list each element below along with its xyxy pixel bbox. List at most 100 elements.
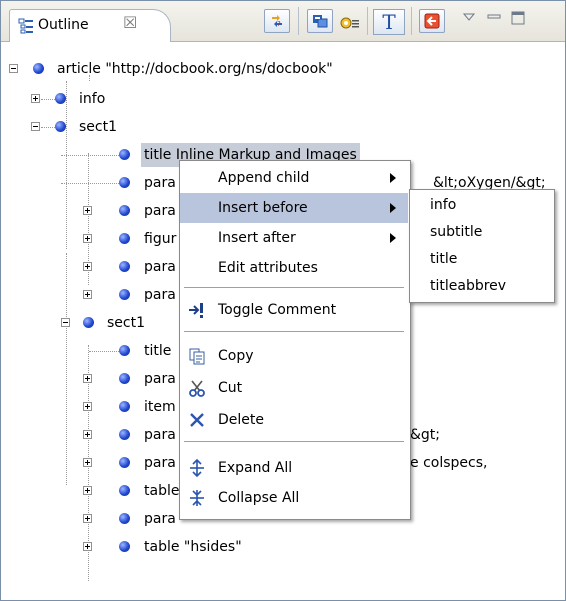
expand-toggle[interactable] (83, 262, 92, 271)
element-node-icon (119, 149, 130, 160)
elements-icon (313, 15, 328, 28)
expand-toggle[interactable] (83, 206, 92, 215)
node-label: para (144, 455, 176, 471)
collapse-toggle[interactable] (61, 318, 70, 327)
menu-item-delete[interactable]: Delete (180, 405, 408, 435)
element-node-icon (119, 177, 130, 188)
menu-item-label: Insert before (218, 200, 308, 216)
menu-item-insert-before[interactable]: Insert before (180, 193, 408, 223)
outline-tab[interactable]: Outline ☒ (9, 9, 171, 42)
collapse-toggle[interactable] (31, 122, 40, 131)
node-label: para (144, 259, 176, 275)
node-label: title (144, 343, 172, 359)
node-label: sect1 (79, 119, 118, 135)
context-menu: Append child Insert before Insert after … (179, 160, 411, 520)
collapse-toggle[interactable] (9, 64, 18, 73)
menu-item-label: Expand All (218, 460, 293, 476)
expand-toggle[interactable] (83, 290, 92, 299)
menu-item-label: Cut (218, 380, 243, 396)
node-label: table (144, 483, 180, 499)
expand-all-icon (190, 459, 204, 477)
submenu-arrow-icon (390, 233, 396, 243)
collapse-to-parent-button[interactable] (419, 9, 445, 33)
menu-item-cut[interactable]: Cut (180, 373, 408, 403)
menu-item-collapse-all[interactable]: Collapse All (180, 483, 408, 513)
menu-item-toggle-comment[interactable]: Toggle Comment (180, 295, 408, 325)
show-elements-button[interactable] (307, 9, 333, 33)
element-node-icon (55, 121, 66, 132)
element-node-icon (119, 429, 130, 440)
submenu-item-title[interactable]: title (430, 246, 457, 272)
toolbar-separator (411, 7, 412, 35)
view-menu-icon[interactable] (462, 11, 476, 25)
menu-separator (184, 287, 404, 289)
submenu-arrow-icon (390, 203, 396, 213)
expand-toggle[interactable] (83, 486, 92, 495)
collapse-all-icon (190, 490, 204, 506)
node-label: para (144, 287, 176, 303)
node-label: sect1 (107, 315, 146, 331)
expand-toggle[interactable] (31, 94, 40, 103)
view-tab-bar: Outline ☒ ? T (1, 1, 565, 42)
expand-toggle[interactable] (83, 234, 92, 243)
outline-view: Outline ☒ ? T article "http://docbook.or… (0, 0, 566, 601)
menu-item-insert-after[interactable]: Insert after (180, 223, 408, 253)
expand-toggle[interactable] (83, 430, 92, 439)
element-node-icon (119, 373, 130, 384)
show-text-button[interactable]: T (373, 9, 405, 35)
maximize-icon[interactable] (511, 11, 525, 28)
menu-item-label: Insert after (218, 230, 296, 246)
tree-guide-line (66, 81, 67, 249)
menu-item-expand-all[interactable]: Expand All (180, 453, 408, 483)
delete-icon (190, 413, 204, 427)
node-label: para (144, 427, 176, 443)
element-node-icon (119, 289, 130, 300)
menu-item-copy[interactable]: Copy (180, 341, 408, 371)
tree-guide-line (41, 127, 55, 128)
settings-button[interactable] (337, 9, 363, 33)
element-node-icon (119, 513, 130, 524)
expand-toggle[interactable] (83, 402, 92, 411)
menu-item-label: Toggle Comment (218, 302, 337, 318)
menu-item-label: Copy (218, 348, 254, 364)
sync-icon: ? (272, 15, 282, 28)
element-node-icon (119, 345, 130, 356)
element-node-icon (119, 485, 130, 496)
copy-icon (189, 348, 205, 365)
menu-separator (184, 331, 404, 333)
minimize-icon[interactable] (487, 11, 501, 25)
submenu-item-titleabbrev[interactable]: titleabbrev (430, 273, 506, 299)
node-label-tail: e colspecs, (410, 455, 488, 471)
element-node-icon (119, 541, 130, 552)
expand-toggle[interactable] (83, 542, 92, 551)
menu-item-edit-attributes[interactable]: Edit attributes (180, 253, 408, 283)
tree-guide-line (89, 351, 119, 352)
link-with-editor-button[interactable]: ? (264, 9, 290, 33)
close-tab-icon[interactable]: ☒ (123, 13, 137, 32)
submenu-item-subtitle[interactable]: subtitle (430, 219, 482, 245)
svg-text:?: ? (277, 20, 281, 28)
element-node-icon (119, 205, 130, 216)
outline-tab-label: Outline (38, 17, 89, 33)
expand-toggle[interactable] (83, 374, 92, 383)
node-label: item (144, 399, 176, 415)
insert-before-submenu: info subtitle title titleabbrev (409, 189, 555, 303)
menu-item-label: Delete (218, 412, 264, 428)
node-label: info (79, 91, 106, 107)
node-label: para (144, 175, 176, 191)
expand-toggle[interactable] (83, 458, 92, 467)
tree-guide-line (41, 99, 55, 100)
menu-item-append-child[interactable]: Append child (180, 163, 408, 193)
menu-separator (184, 441, 404, 443)
toggle-comment-icon (189, 303, 203, 318)
toolbar-separator (298, 7, 299, 35)
menu-item-label: Collapse All (218, 490, 300, 506)
node-label: para (144, 511, 176, 527)
menu-item-label: Append child (218, 170, 310, 186)
node-label-tail: &gt; (410, 427, 441, 443)
element-node-icon (119, 401, 130, 412)
submenu-item-info[interactable]: info (430, 192, 456, 218)
expand-toggle[interactable] (83, 514, 92, 523)
tree-guide-line (61, 183, 119, 184)
element-node-icon (83, 317, 94, 328)
